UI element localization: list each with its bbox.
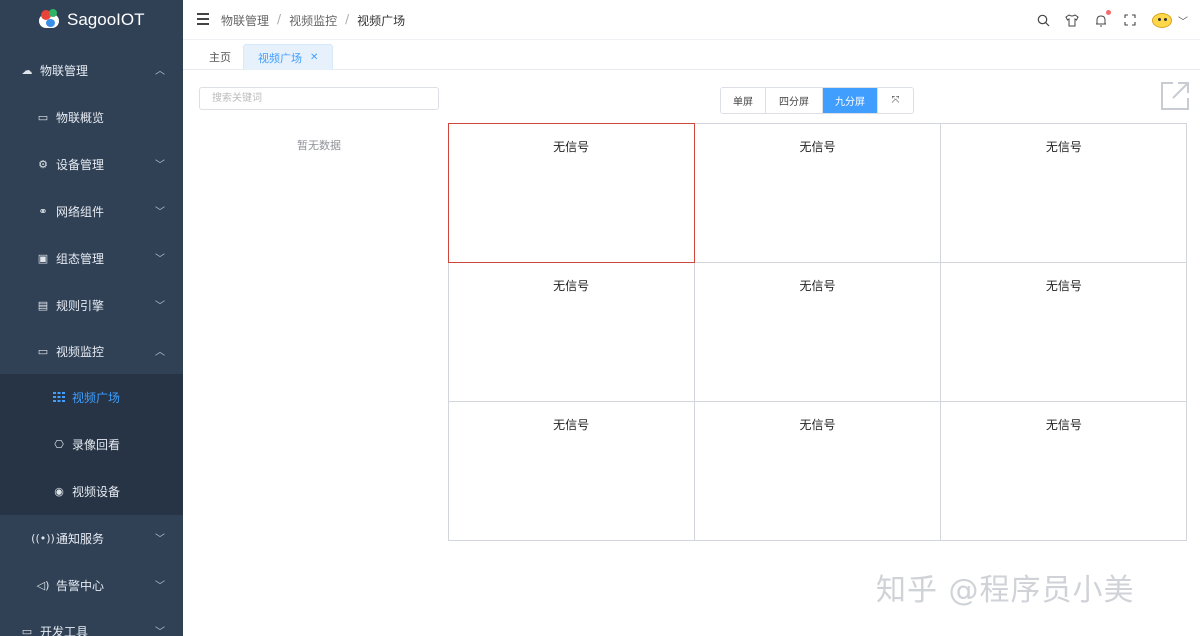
chevron-down-icon: ﹀ [155, 160, 165, 171]
logo[interactable]: SagooIOT [0, 0, 183, 40]
video-cell[interactable]: 无信号 [447, 401, 695, 542]
watermark: 知乎 @程序员小美 [876, 573, 1135, 608]
chevron-down-icon: ﹀ [155, 627, 165, 636]
breadcrumb-item[interactable]: 物联管理 [221, 12, 269, 29]
monitor-icon: ▭ [37, 110, 49, 124]
sidebar-item-notification-service[interactable]: ((•)) 通知服务 ﹀ [0, 515, 183, 561]
nine-screen-button[interactable]: 九分屏 [823, 88, 878, 113]
speaker-icon: ◁) [36, 578, 50, 592]
sidebar-item-iot-management[interactable]: ☁ 物联管理 ︿ [0, 47, 183, 93]
video-cell[interactable]: 无信号 [447, 122, 695, 263]
video-cell[interactable]: 无信号 [940, 401, 1188, 542]
search-icon[interactable] [1035, 12, 1051, 28]
app-name: SagooIOT [67, 10, 145, 29]
toolbar: ﹀ [1022, 0, 1188, 40]
chevron-down-icon: ﹀ [155, 534, 165, 545]
chevron-up-icon: ︿ [155, 347, 165, 358]
close-icon[interactable]: ✕ [310, 52, 318, 63]
sidebar-item-alarm-center[interactable]: ◁) 告警中心 ﹀ [0, 562, 183, 608]
logo-icon [38, 9, 60, 31]
sidebar-item-video-monitoring[interactable]: ▭ 视频监控 ︿ [0, 328, 183, 374]
sidebar-item-rule-engine[interactable]: ▤ 规则引擎 ﹀ [0, 282, 183, 328]
avatar[interactable] [1152, 11, 1174, 29]
chevron-down-icon: ﹀ [155, 581, 165, 592]
close-screens-button[interactable]: ⤧ [878, 88, 913, 113]
video-icon: ▭ [37, 344, 49, 358]
breadcrumb-item[interactable]: 视频监控 [289, 12, 337, 29]
empty-state-text: 暂无数据 [297, 139, 341, 152]
video-cell[interactable]: 无信号 [447, 261, 695, 403]
chevron-up-icon: ︿ [155, 66, 165, 77]
video-cell[interactable]: 无信号 [693, 122, 942, 263]
tools-icon: ▭ [21, 624, 33, 636]
theme-shirt-icon[interactable] [1064, 12, 1080, 28]
chevron-down-icon[interactable]: ﹀ [1178, 13, 1188, 28]
sidebar: SagooIOT ☁ 物联管理 ︿ ▭ 物联概览 ⚙ 设备管理 ﹀ ⚭ 网络组件… [0, 0, 183, 636]
single-screen-button[interactable]: 单屏 [721, 88, 766, 113]
screen-layout-switch: 单屏 四分屏 九分屏 ⤧ [720, 87, 914, 114]
sidebar-item-recording-playback[interactable]: ⎔ 录像回看 [0, 421, 183, 467]
fullscreen-icon[interactable] [1122, 12, 1138, 28]
menu-toggle-icon[interactable] [197, 13, 209, 25]
sidebar-item-iot-overview[interactable]: ▭ 物联概览 [0, 94, 183, 140]
sidebar-item-network-components[interactable]: ⚭ 网络组件 ﹀ [0, 188, 183, 234]
search-input[interactable] [199, 87, 439, 110]
rules-icon: ▤ [37, 298, 49, 312]
video-grid: 无信号 无信号 无信号 无信号 无信号 无信号 无信号 无信号 无信号 [447, 122, 1188, 542]
cloud-icon: ☁ [21, 63, 33, 77]
network-icon: ⚭ [38, 204, 48, 218]
broadcast-icon: ((•)) [31, 531, 55, 545]
notification-badge [1106, 10, 1111, 15]
grid-icon [52, 390, 66, 404]
chevron-down-icon: ﹀ [155, 301, 165, 312]
tab-home[interactable]: 主页 [195, 44, 245, 70]
top-navbar: 物联管理 / 视频监控 / 视频广场 ﹀ [183, 0, 1200, 40]
video-cell[interactable]: 无信号 [940, 261, 1188, 403]
expand-icon[interactable] [1159, 80, 1191, 112]
sidebar-item-video-square[interactable]: 视频广场 [0, 374, 183, 420]
sidebar-item-dev-tools[interactable]: ▭ 开发工具 ﹀ [0, 608, 183, 636]
replay-icon: ⎔ [54, 437, 64, 451]
config-icon: ▣ [37, 251, 49, 265]
tab-video-square[interactable]: 视频广场 ✕ [243, 44, 334, 70]
devices-icon: ⚙ [38, 157, 48, 171]
chevron-down-icon: ﹀ [155, 207, 165, 218]
video-cell[interactable]: 无信号 [693, 401, 942, 542]
sidebar-item-config-management[interactable]: ▣ 组态管理 ﹀ [0, 235, 183, 281]
camera-icon: ◉ [54, 484, 64, 498]
tags-bar: 主页 视频广场 ✕ [183, 41, 1200, 70]
video-cell[interactable]: 无信号 [940, 122, 1188, 263]
chevron-down-icon: ﹀ [155, 254, 165, 265]
bell-icon[interactable] [1093, 10, 1111, 28]
breadcrumb: 物联管理 / 视频监控 / 视频广场 [221, 12, 406, 29]
sidebar-item-video-devices[interactable]: ◉ 视频设备 [0, 468, 183, 514]
sidebar-item-device-management[interactable]: ⚙ 设备管理 ﹀ [0, 141, 183, 187]
breadcrumb-current: 视频广场 [357, 14, 406, 28]
video-cell[interactable]: 无信号 [693, 261, 942, 403]
four-screen-button[interactable]: 四分屏 [766, 88, 823, 113]
